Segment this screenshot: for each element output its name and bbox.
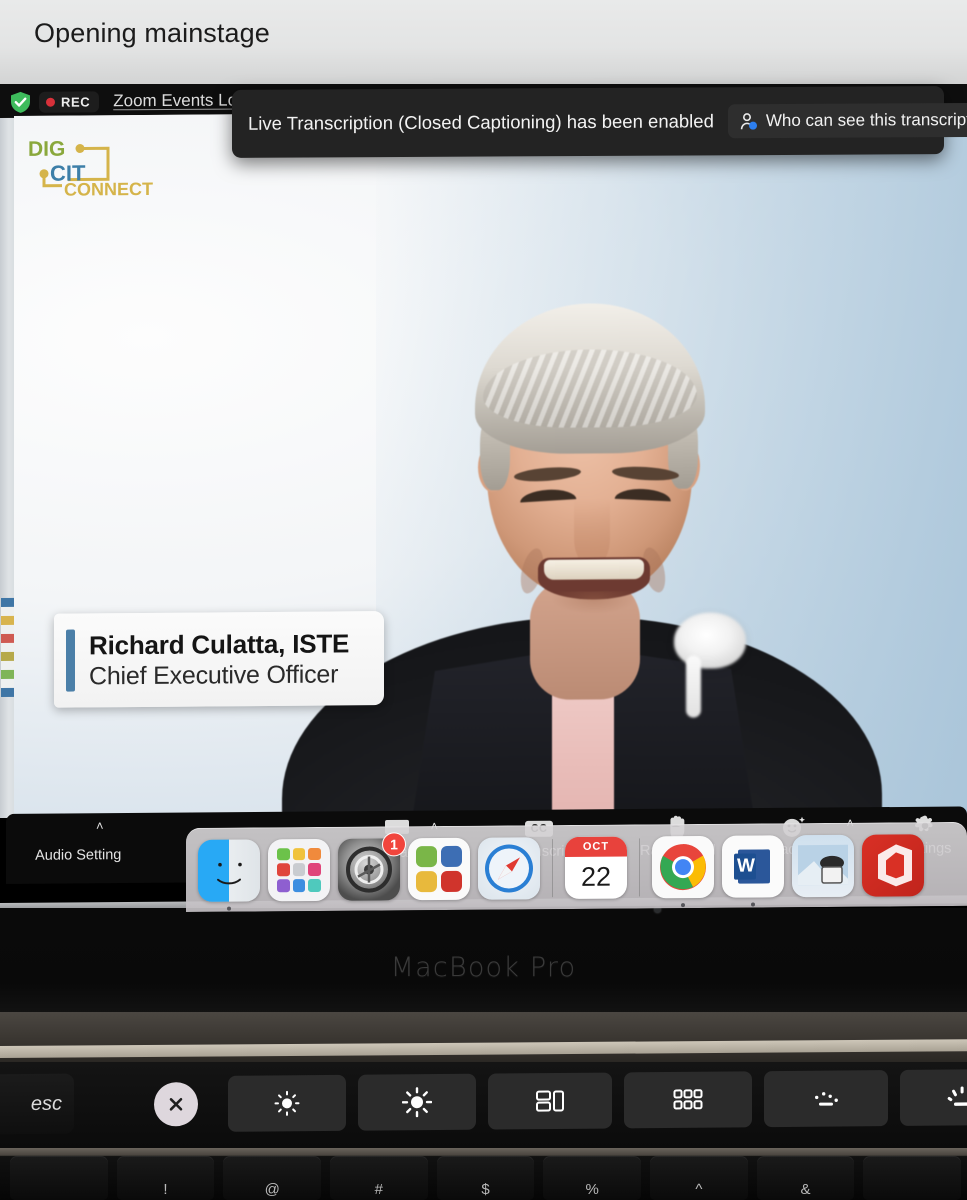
who-can-see-transcript-label: Who can see this transcript? [765, 109, 967, 131]
brightness-down-key[interactable] [228, 1074, 346, 1132]
chevron-up-icon[interactable]: ˄ [96, 818, 104, 833]
dock-item-office[interactable] [862, 833, 924, 897]
background-wall: Opening mainstage [0, 0, 967, 86]
running-indicator [751, 902, 755, 907]
mission-control-key[interactable] [488, 1072, 612, 1130]
person-icon [740, 112, 758, 131]
toolbar-audio-settings-label: Audio Setting [35, 847, 122, 864]
dock-separator [639, 837, 640, 896]
dock-item-finder[interactable] [198, 838, 260, 911]
keyboard-brightness-up-key[interactable] [900, 1068, 967, 1126]
presenter-video-figure [282, 259, 882, 856]
notification-badge: 1 [382, 831, 406, 856]
speaker-role: Chief Executive Officer [89, 659, 339, 690]
keyboard-key[interactable]: ^ [650, 1156, 748, 1200]
digcit-connect-logo: DIG CIT CONNECT [22, 133, 172, 198]
brightness-down-icon [274, 1090, 300, 1116]
launchpad-key[interactable] [624, 1071, 752, 1129]
nameplate-accent-bar [66, 629, 75, 692]
dock-item-chrome[interactable] [652, 835, 714, 907]
calendar-day: 22 [580, 861, 612, 892]
brightness-up-icon [402, 1087, 432, 1118]
keyboard-key[interactable] [863, 1156, 962, 1200]
recording-indicator[interactable]: REC [39, 90, 100, 113]
keyboard-key[interactable]: % [543, 1156, 642, 1200]
toolbar-audio-settings[interactable]: ˄ Audio Setting [20, 813, 136, 864]
recording-label: REC [61, 93, 91, 110]
dock-item-word[interactable]: W [722, 834, 784, 907]
keyboard-brightness-down-icon [815, 1092, 838, 1106]
running-indicator [227, 906, 231, 911]
mission-control-icon [536, 1090, 564, 1112]
dock-separator [552, 838, 553, 897]
speaker-nameplate: Richard Culatta, ISTE Chief Executive Of… [54, 611, 384, 708]
dock-item-safari[interactable] [478, 836, 540, 900]
macbook-pro-label: MacBook Pro [390, 952, 577, 983]
touch-bar-strip [96, 1068, 967, 1134]
zoom-window-title: Zoom Events Lob [113, 90, 247, 111]
keyboard-key[interactable]: $ [436, 1156, 535, 1200]
who-can-see-transcript-button[interactable]: Who can see this transcript? [727, 102, 967, 139]
svg-text:DIG: DIG [28, 138, 65, 161]
launchpad-grid-icon [673, 1089, 703, 1110]
svg-text:CONNECT: CONNECT [64, 179, 153, 198]
keyboard-number-row: ! @ # $ % ^ & [0, 1148, 967, 1200]
wall-title-text: Opening mainstage [34, 18, 270, 48]
brightness-up-key[interactable] [358, 1073, 476, 1131]
shield-check-icon[interactable] [10, 90, 31, 113]
dock-item-color-app[interactable] [408, 837, 470, 900]
keyboard-key[interactable]: ! [116, 1156, 215, 1200]
presentation-stage: DIG CIT CONNECT Richard Culatta, ISTE Ch… [14, 114, 967, 856]
keyboard-key[interactable]: @ [223, 1156, 322, 1200]
keyboard-key[interactable]: & [756, 1156, 855, 1200]
record-dot-icon [46, 97, 55, 107]
keyboard-brightness-down-key[interactable] [764, 1070, 888, 1128]
dock-item-calendar[interactable]: OCT 22 [565, 836, 627, 899]
photo-scene: Opening mainstage REC Zoom Events Lob DI… [0, 0, 967, 1200]
keyboard-key[interactable]: # [330, 1156, 428, 1200]
laptop-screen: REC Zoom Events Lob DIG CIT CONNECT Rich… [0, 84, 967, 913]
calendar-month: OCT [565, 836, 627, 857]
dock-item-system-preferences[interactable]: 1 [338, 831, 406, 901]
keyboard-brightness-up-icon [947, 1086, 967, 1106]
macos-dock: 1 OCT 22 W [186, 821, 967, 912]
zoom-content-area: DIG CIT CONNECT Richard Culatta, ISTE Ch… [0, 114, 967, 913]
keyboard-key[interactable] [10, 1156, 108, 1200]
dock-item-launchpad[interactable] [268, 838, 330, 901]
live-transcription-toast: Live Transcription (Closed Captioning) h… [232, 86, 967, 158]
close-x-icon[interactable] [154, 1082, 198, 1127]
toast-message: Live Transcription (Closed Captioning) h… [248, 110, 714, 134]
esc-key[interactable]: esc [0, 1073, 74, 1135]
running-indicator [681, 902, 685, 907]
dock-item-preview[interactable] [792, 834, 854, 897]
word-letter: W [737, 855, 755, 877]
speaker-name: Richard Culatta, ISTE [89, 627, 350, 660]
